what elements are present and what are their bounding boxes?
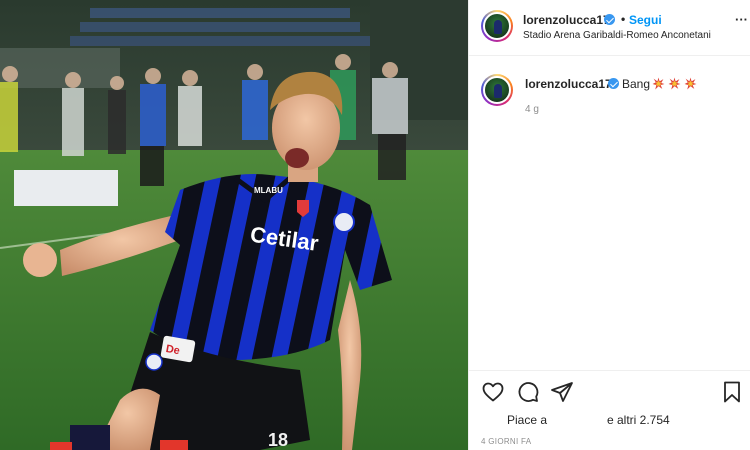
caption-timestamp[interactable]: 4 g (525, 104, 539, 115)
header-username[interactable]: lorenzolucca17 (523, 13, 610, 27)
caption-avatar[interactable] (481, 74, 513, 106)
shorts-sponsor-text: De (165, 343, 181, 357)
post-header: lorenzolucca17 • Segui Stadio Arena Gari… (469, 0, 750, 56)
celebration-photo: Cetilar MLABU De 18 (0, 0, 468, 450)
follow-button[interactable]: Segui (629, 13, 662, 27)
share-icon[interactable] (550, 380, 574, 404)
caption-text: Bang (622, 77, 651, 91)
more-options-icon[interactable]: ··· (735, 12, 748, 27)
action-bar: Piace a e altri 2.754 4 GIORNI FA (469, 370, 750, 450)
separator-dot: • (621, 12, 626, 26)
post-date[interactable]: 4 GIORNI FA (481, 437, 531, 446)
collision-emoji-icon (684, 77, 697, 90)
verified-badge-icon (608, 78, 619, 89)
heart-icon[interactable] (481, 380, 505, 404)
collision-emoji-icon (668, 77, 681, 90)
post-side-panel: lorenzolucca17 • Segui Stadio Arena Gari… (468, 0, 750, 450)
collision-emoji-icon (652, 77, 665, 90)
avatar[interactable] (481, 10, 513, 42)
club-crest (333, 211, 355, 233)
likes-count-link[interactable]: e altri 2.754 (607, 413, 670, 427)
kit-brand-text: MLABU (254, 186, 283, 195)
caption-username[interactable]: lorenzolucca17 (525, 77, 612, 91)
comment-icon[interactable] (516, 380, 540, 404)
location-link[interactable]: Stadio Arena Garibaldi-Romeo Anconetani (523, 30, 711, 41)
save-icon[interactable] (720, 380, 744, 404)
shorts-number: 18 (268, 430, 288, 450)
liked-by-label: Piace a (507, 413, 548, 427)
verified-badge-icon (604, 14, 615, 25)
player-fist (23, 243, 57, 277)
post-photo[interactable]: Cetilar MLABU De 18 (0, 0, 468, 450)
ad-board (14, 170, 118, 206)
player-mouth (285, 148, 309, 168)
